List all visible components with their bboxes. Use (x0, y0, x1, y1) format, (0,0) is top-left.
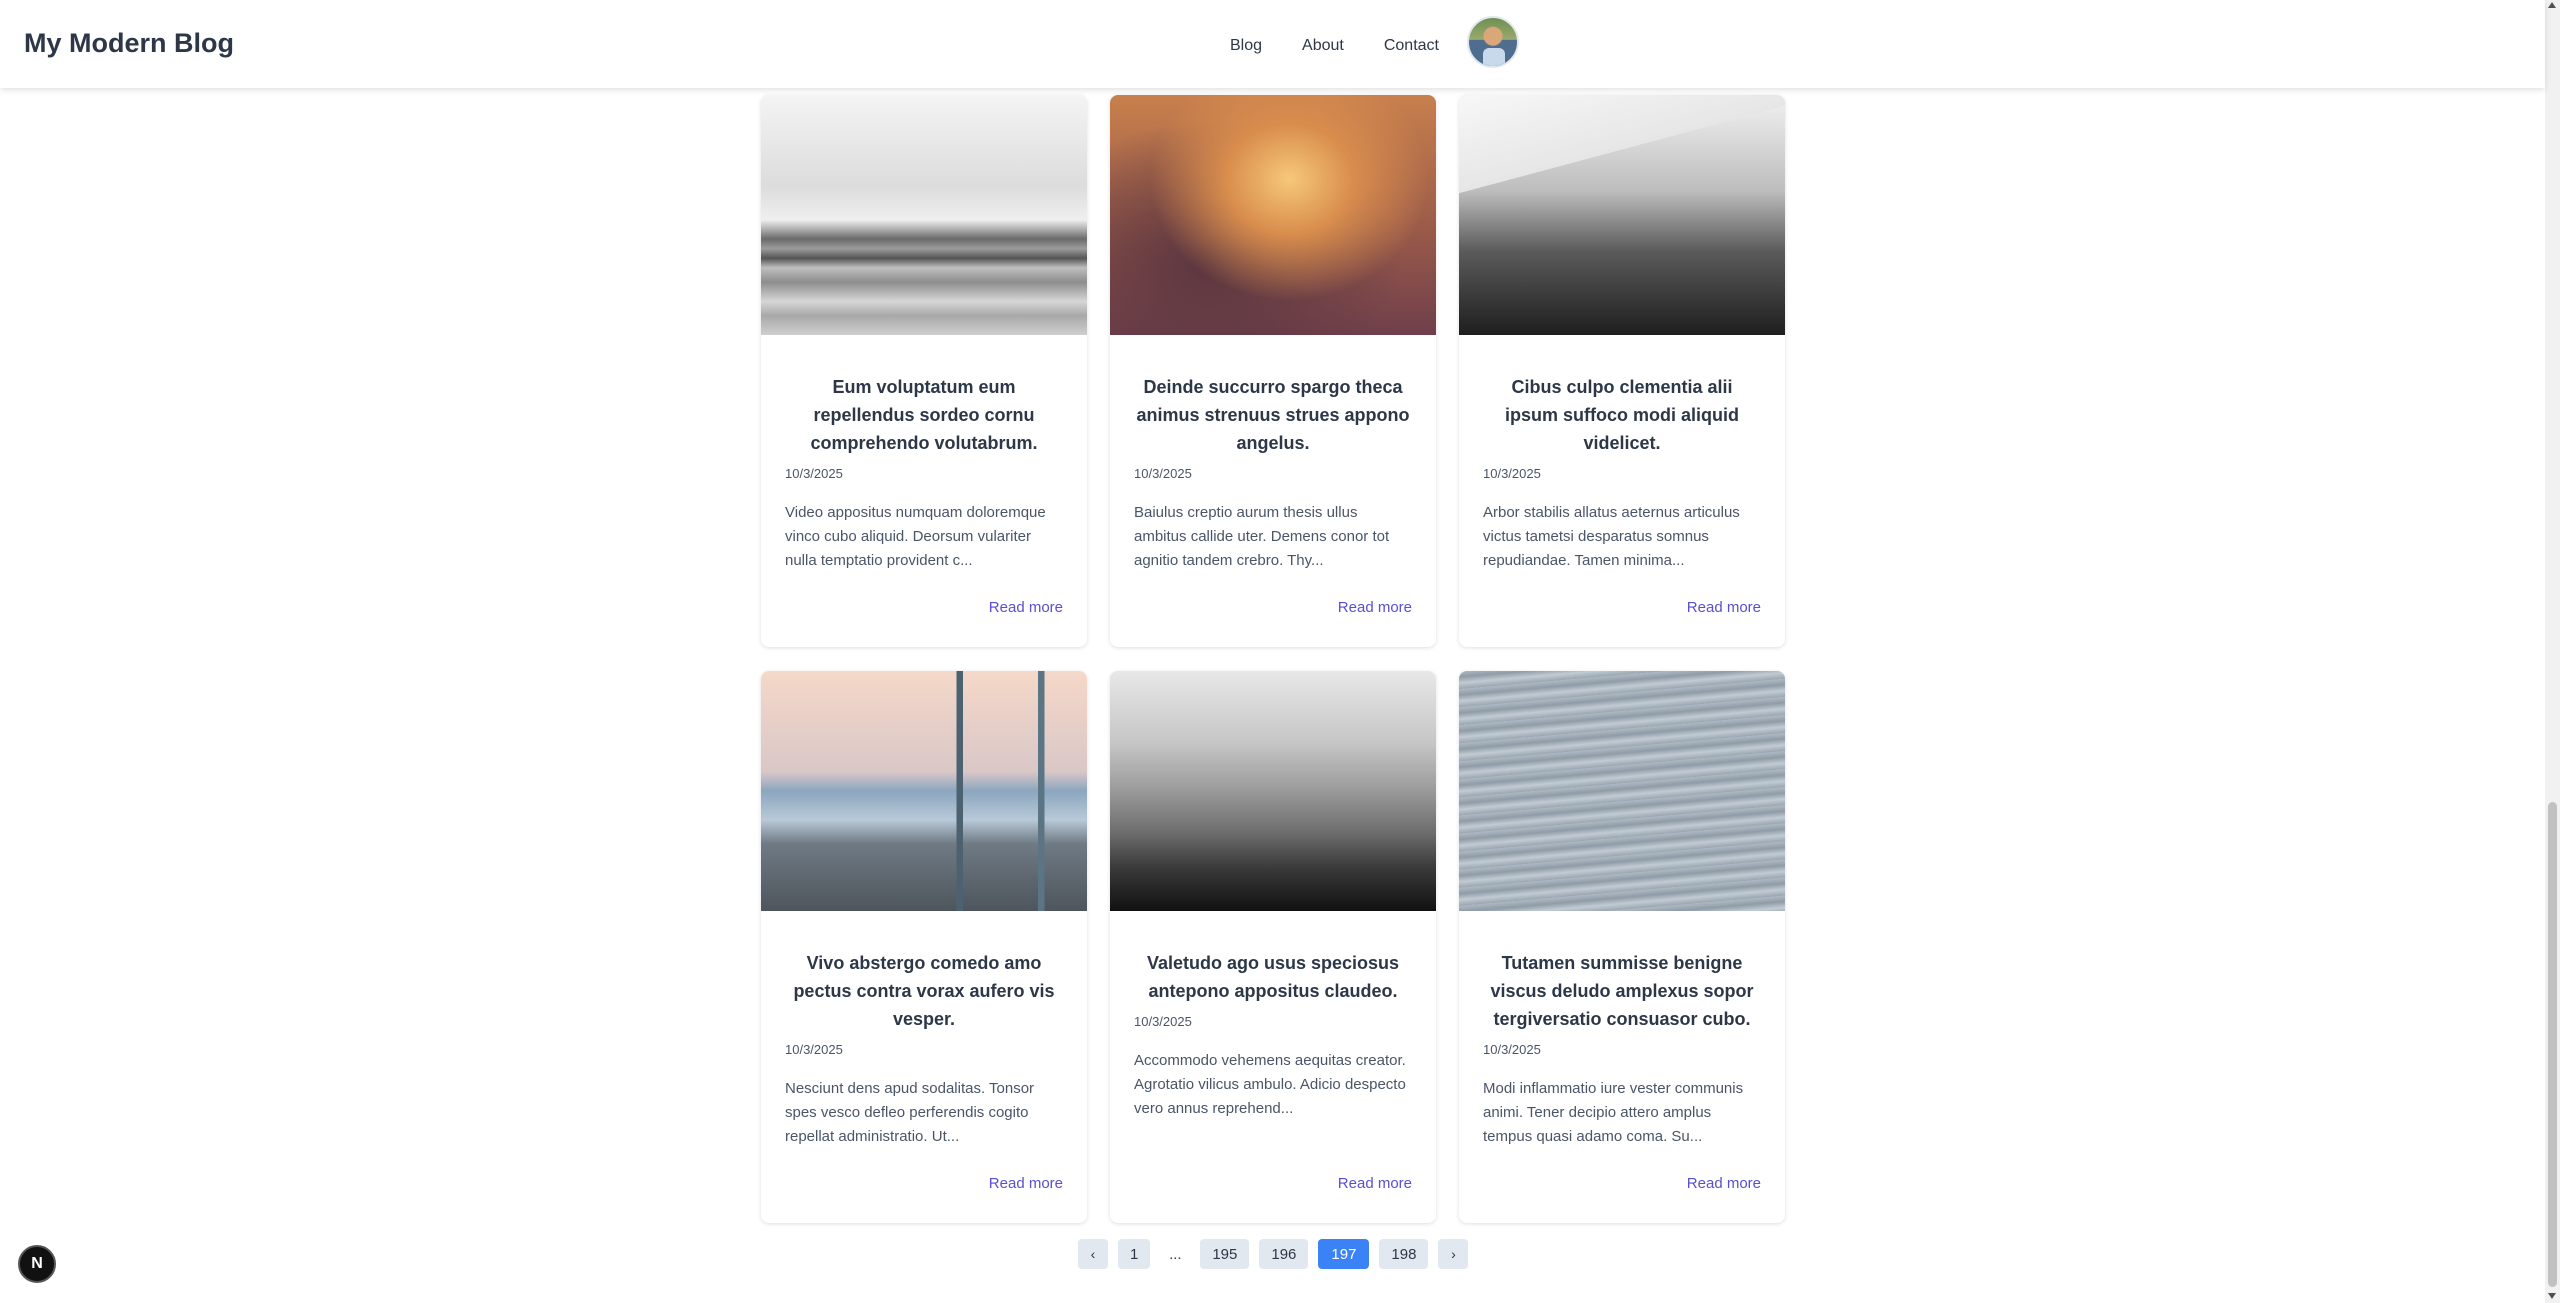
post-card: Valetudo ago usus speciosus antepono app… (1110, 671, 1436, 1223)
read-more-link[interactable]: Read more (1338, 599, 1412, 616)
post-title[interactable]: Eum voluptatum eum repellendus sordeo co… (785, 373, 1063, 457)
post-card: Deinde succurro spargo theca animus stre… (1110, 95, 1436, 647)
page-button-198[interactable]: 198 (1379, 1239, 1429, 1269)
post-title[interactable]: Cibus culpo clementia alii ipsum suffoco… (1483, 373, 1761, 457)
next-page-button[interactable]: › (1438, 1239, 1469, 1269)
post-date: 10/3/2025 (1483, 466, 1541, 481)
post-image[interactable] (1459, 671, 1785, 911)
post-title[interactable]: Vivo abstergo comedo amo pectus contra v… (785, 949, 1063, 1033)
post-date: 10/3/2025 (1483, 1042, 1541, 1057)
post-image[interactable] (761, 95, 1087, 335)
post-card: Cibus culpo clementia alii ipsum suffoco… (1459, 95, 1785, 647)
post-date: 10/3/2025 (785, 1042, 843, 1057)
post-image[interactable] (1110, 95, 1436, 335)
scroll-up-arrow-icon[interactable] (2548, 2, 2556, 8)
post-excerpt: Arbor stabilis allatus aeternus articulu… (1483, 504, 1740, 569)
post-image[interactable] (1110, 671, 1436, 911)
user-avatar[interactable] (1466, 16, 1519, 68)
post-card: Vivo abstergo comedo amo pectus contra v… (761, 671, 1087, 1223)
read-more-link[interactable]: Read more (989, 599, 1063, 616)
post-card: Eum voluptatum eum repellendus sordeo co… (761, 95, 1087, 647)
pagination: ‹ 1 ... 195 196 197 198 › (1078, 1239, 1478, 1269)
read-more-link[interactable]: Read more (1338, 1175, 1412, 1192)
post-date: 10/3/2025 (1134, 1014, 1192, 1029)
site-header: My Modern Blog Blog About Contact (0, 0, 2545, 88)
post-image[interactable] (761, 671, 1087, 911)
post-title[interactable]: Deinde succurro spargo theca animus stre… (1134, 373, 1412, 457)
read-more-link[interactable]: Read more (1687, 1175, 1761, 1192)
post-date: 10/3/2025 (1134, 466, 1192, 481)
page-button-197-current[interactable]: 197 (1318, 1239, 1370, 1269)
prev-page-button[interactable]: ‹ (1078, 1239, 1108, 1269)
site-title[interactable]: My Modern Blog (24, 28, 234, 59)
read-more-link[interactable]: Read more (989, 1175, 1063, 1192)
post-date: 10/3/2025 (785, 466, 843, 481)
post-excerpt: Video appositus numquam doloremque vinco… (785, 504, 1046, 569)
page-button-195[interactable]: 195 (1200, 1239, 1250, 1269)
page-button-1[interactable]: 1 (1118, 1239, 1151, 1269)
nav-blog-link[interactable]: Blog (1230, 36, 1262, 56)
nav-about-link[interactable]: About (1302, 36, 1344, 56)
read-more-link[interactable]: Read more (1687, 599, 1761, 616)
scroll-down-arrow-icon[interactable] (2548, 1293, 2556, 1299)
post-title[interactable]: Tutamen summisse benigne viscus deludo a… (1483, 949, 1761, 1033)
post-excerpt: Nesciunt dens apud sodalitas. Tonsor spe… (785, 1080, 1035, 1145)
main-nav: Blog About Contact (1230, 16, 1519, 68)
page-button-196[interactable]: 196 (1259, 1239, 1309, 1269)
pagination-ellipsis: ... (1169, 1245, 1182, 1263)
scroll-thumb[interactable] (2548, 802, 2557, 1287)
post-card: Tutamen summisse benigne viscus deludo a… (1459, 671, 1785, 1223)
post-excerpt: Baiulus creptio aurum thesis ullus ambit… (1134, 504, 1390, 569)
vertical-scrollbar[interactable] (2545, 0, 2560, 1303)
post-title[interactable]: Valetudo ago usus speciosus antepono app… (1134, 949, 1412, 1005)
post-excerpt: Modi inflammatio iure vester communis an… (1483, 1080, 1744, 1145)
dev-tools-badge[interactable]: N (18, 1245, 56, 1283)
post-image[interactable] (1459, 95, 1785, 335)
post-excerpt: Accommodo vehemens aequitas creator. Agr… (1134, 1052, 1406, 1117)
nav-contact-link[interactable]: Contact (1384, 36, 1439, 56)
